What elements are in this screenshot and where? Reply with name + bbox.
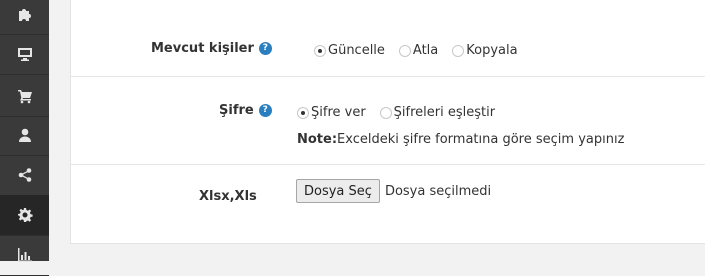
user-icon — [18, 128, 31, 142]
note-text: Exceldeki şifre formatına göre seçim yap… — [337, 132, 625, 147]
radio-copy-dot[interactable] — [452, 44, 465, 57]
password-note: Note:Exceldeki şifre formatına göre seçi… — [297, 132, 624, 147]
sidebar-item-display[interactable] — [0, 34, 49, 75]
row-divider — [71, 164, 705, 165]
radio-match-passwords-label: Şifreleri eşleştir — [393, 105, 496, 120]
radio-set-password-label: Şifre ver — [311, 105, 366, 120]
radio-copy[interactable]: Kopyala — [452, 43, 518, 58]
existing-people-options: Güncelle Atla Kopyala — [314, 43, 532, 58]
sidebar-item-orders[interactable] — [0, 76, 49, 117]
radio-update-label: Güncelle — [328, 43, 385, 58]
sidebar-item-share[interactable] — [0, 155, 49, 196]
radio-set-password[interactable]: Şifre ver — [297, 105, 366, 120]
row-divider — [71, 76, 705, 77]
radio-match-passwords[interactable]: Şifreleri eşleştir — [379, 105, 496, 120]
radio-copy-label: Kopyala — [466, 43, 518, 58]
password-label-text: Şifre — [219, 103, 254, 118]
sidebar-item-customers[interactable] — [0, 115, 49, 156]
help-icon[interactable]: ? — [258, 42, 272, 55]
sidebar-item-reports[interactable] — [0, 235, 49, 276]
share-icon — [18, 168, 31, 182]
sidebar-item-settings[interactable] — [0, 195, 49, 236]
monitor-icon — [17, 48, 32, 61]
sidebar — [0, 0, 49, 276]
sidebar-item-modules[interactable] — [0, 0, 49, 35]
radio-set-password-dot[interactable] — [297, 106, 309, 119]
radio-update-dot[interactable] — [314, 44, 326, 57]
file-label: Xlsx,Xls — [199, 189, 257, 204]
import-settings-panel: Mevcut kişiler ? Güncelle Atla Kopyala Ş… — [70, 0, 705, 244]
cart-icon — [17, 90, 32, 104]
radio-match-passwords-dot[interactable] — [379, 106, 392, 119]
existing-people-label: Mevcut kişiler ? — [151, 41, 272, 56]
radio-skip[interactable]: Atla — [398, 43, 439, 58]
help-icon[interactable]: ? — [258, 104, 272, 117]
radio-skip-label: Atla — [412, 43, 439, 58]
gear-icon — [17, 208, 33, 222]
note-label: Note: — [297, 132, 338, 147]
file-label-text: Xlsx,Xls — [199, 189, 257, 204]
password-label: Şifre ? — [219, 103, 272, 118]
radio-skip-dot[interactable] — [398, 44, 411, 57]
file-input[interactable]: Dosya Seç Dosya seçilmedi — [296, 179, 491, 203]
choose-file-button[interactable]: Dosya Seç — [296, 179, 380, 203]
puzzle-icon — [18, 9, 31, 21]
file-status: Dosya seçilmedi — [384, 183, 492, 199]
radio-update[interactable]: Güncelle — [314, 43, 385, 58]
password-options: Şifre ver Şifreleri eşleştir — [297, 105, 509, 120]
existing-people-label-text: Mevcut kişiler — [151, 41, 254, 56]
